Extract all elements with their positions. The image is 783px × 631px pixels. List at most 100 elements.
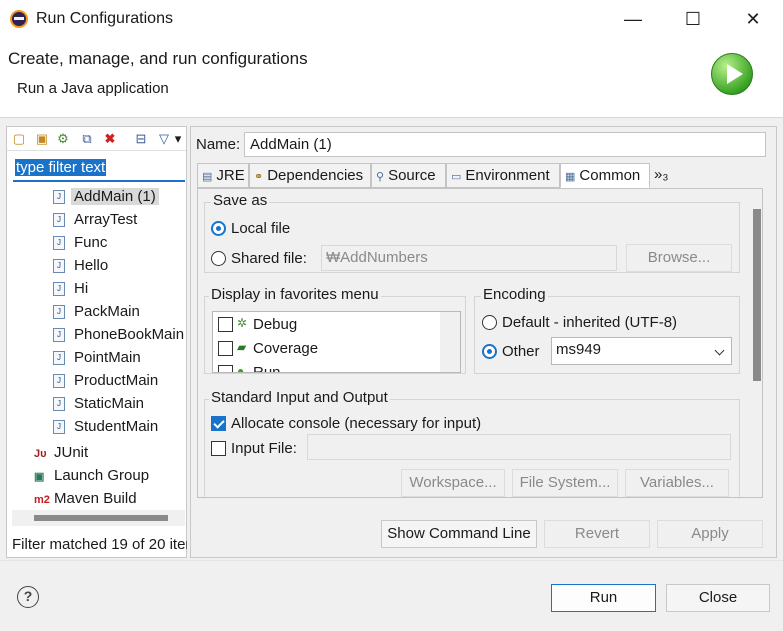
tree-item-label: Func: [74, 234, 108, 251]
chevron-down-icon: [714, 345, 725, 356]
overflow-icon[interactable]: »₃: [654, 166, 668, 183]
favorites-scrollbar[interactable]: [440, 312, 460, 372]
duplicate-icon[interactable]: ⧉: [79, 131, 95, 147]
tree-item[interactable]: J Hi: [53, 278, 88, 300]
local-file-label[interactable]: Local file: [231, 220, 290, 237]
shared-file-label[interactable]: Shared file:: [231, 250, 307, 267]
source-icon: ⚲: [376, 171, 385, 183]
tree-item[interactable]: J PointMain: [53, 347, 141, 369]
tree-item[interactable]: J AddMain (1): [53, 186, 159, 208]
name-field[interactable]: AddMain (1): [244, 132, 766, 157]
tree-item[interactable]: J Func: [53, 232, 107, 254]
scrollbar-thumb[interactable]: [34, 515, 168, 521]
input-file-path: [307, 434, 731, 460]
tree-item[interactable]: J PhoneBookMain: [53, 324, 184, 346]
title-bar: Run Configurations — ☐ ✕: [0, 0, 783, 38]
tab-label: Source: [388, 167, 436, 184]
other-encoding-radio[interactable]: [482, 344, 497, 359]
debug-label[interactable]: Debug: [253, 316, 297, 333]
coverage-checkbox[interactable]: [218, 341, 233, 356]
tree-item-label: PackMain: [74, 303, 140, 320]
maximize-button[interactable]: ☐: [673, 6, 713, 32]
encoding-group: Encoding Default - inherited (UTF-8) Oth…: [474, 286, 740, 374]
tree-item[interactable]: J Hello: [53, 255, 108, 277]
other-encoding-label[interactable]: Other: [502, 343, 540, 360]
tree-item[interactable]: J StaticMain: [53, 393, 144, 415]
allocate-console-checkbox[interactable]: [211, 416, 226, 431]
filter-status: Filter matched 19 of 20 items: [12, 536, 187, 553]
save-as-title: Save as: [211, 192, 270, 209]
tree-category[interactable]: ▣ Launch Group: [34, 465, 149, 487]
java-app-icon: J: [53, 305, 65, 320]
encoding-select[interactable]: ms949: [551, 337, 732, 365]
default-encoding-radio[interactable]: [482, 315, 497, 330]
allocate-console-label[interactable]: Allocate console (necessary for input): [231, 415, 481, 432]
tab-dependencies[interactable]: ⚭ Dependencies: [249, 163, 371, 188]
tab-jre[interactable]: ▤ JRE: [197, 163, 249, 188]
run-button[interactable]: Run: [551, 584, 656, 612]
shared-file-radio[interactable]: [211, 251, 226, 266]
view-menu-icon[interactable]: ▾: [173, 131, 183, 147]
run-icon: ●: [237, 364, 245, 373]
tab-bar: ▤ JRE ⚭ Dependencies ⚲ Source ▭ Environment …: [197, 163, 763, 188]
input-file-checkbox[interactable]: [211, 441, 226, 456]
tab-overflow[interactable]: »₃: [650, 163, 678, 188]
minimize-button[interactable]: —: [613, 6, 653, 32]
tab-common[interactable]: ▦ Common: [560, 163, 650, 188]
collapse-all-icon[interactable]: ⊟: [133, 131, 149, 147]
environment-icon: ▭: [451, 171, 462, 183]
help-icon[interactable]: ?: [17, 586, 39, 608]
close-window-button[interactable]: ✕: [733, 6, 773, 32]
window-title: Run Configurations: [36, 10, 173, 27]
tree-item[interactable]: J ArrayTest: [53, 209, 137, 231]
tree-category[interactable]: Jᴜ JUnit: [34, 442, 88, 464]
filter-input-text[interactable]: type filter text: [15, 159, 107, 176]
run-label[interactable]: Run: [253, 364, 281, 372]
tree-category-label: JUnit: [54, 444, 89, 461]
tree-category[interactable]: m2 Maven Build: [34, 488, 137, 510]
java-app-icon: J: [53, 374, 65, 389]
new-config-icon[interactable]: ▢: [11, 131, 27, 147]
horizontal-scrollbar[interactable]: [12, 510, 185, 526]
tab-environment[interactable]: ▭ Environment: [446, 163, 560, 188]
tab-label: JRE: [216, 167, 245, 184]
tree-item[interactable]: J ProductMain: [53, 370, 158, 392]
input-file-label[interactable]: Input File:: [231, 440, 297, 457]
tree-item-label: PhoneBookMain: [74, 326, 185, 343]
close-button[interactable]: Close: [666, 584, 770, 612]
java-app-icon: J: [53, 259, 65, 274]
header-banner: Create, manage, and run configurations R…: [0, 38, 783, 118]
tree-item-label: Hello: [74, 257, 109, 274]
browse-button: Browse...: [626, 244, 732, 272]
tree-category-label: Launch Group: [54, 467, 150, 484]
tree-toolbar: ▢ ▣ ⚙ ⧉ ✖ ⊟ ▽ ▾: [7, 127, 186, 151]
tab-label: Environment: [465, 167, 550, 184]
show-command-line-button[interactable]: Show Command Line: [381, 520, 537, 548]
favorites-group: Display in favorites menu ✲ Debug ▰ Cove…: [204, 286, 466, 374]
filter-icon[interactable]: ▽: [156, 131, 172, 147]
banner-subheading: Run a Java application: [17, 80, 169, 97]
launch-group-icon: ▣: [34, 471, 45, 483]
jre-icon: ▤: [202, 171, 213, 183]
new-prototype-icon[interactable]: ▣: [34, 131, 50, 147]
tree-item-label: AddMain (1): [71, 188, 159, 205]
junit-icon: Jᴜ: [34, 448, 47, 460]
save-as-group: Save as Local file Shared file: ₩AddNumb…: [204, 192, 740, 273]
tab-source[interactable]: ⚲ Source: [371, 163, 446, 188]
tree-item[interactable]: J PackMain: [53, 301, 140, 323]
local-file-radio[interactable]: [211, 221, 226, 236]
tree-item[interactable]: J StudentMain: [53, 416, 158, 438]
run-checkbox[interactable]: [218, 365, 233, 372]
filter-input[interactable]: type filter text: [13, 156, 185, 182]
tree-item-label: ArrayTest: [74, 211, 138, 228]
tree-item-label: PointMain: [74, 349, 141, 366]
delete-icon[interactable]: ✖: [102, 131, 118, 147]
export-icon[interactable]: ⚙: [55, 131, 71, 147]
eclipse-icon: [10, 10, 28, 28]
default-encoding-label[interactable]: Default - inherited (UTF-8): [502, 314, 677, 331]
vertical-scrollbar-thumb[interactable]: [753, 209, 761, 381]
tree-category-label: Maven Build: [54, 490, 137, 507]
coverage-label[interactable]: Coverage: [253, 340, 318, 357]
debug-checkbox[interactable]: [218, 317, 233, 332]
favorites-title: Display in favorites menu: [209, 286, 381, 303]
